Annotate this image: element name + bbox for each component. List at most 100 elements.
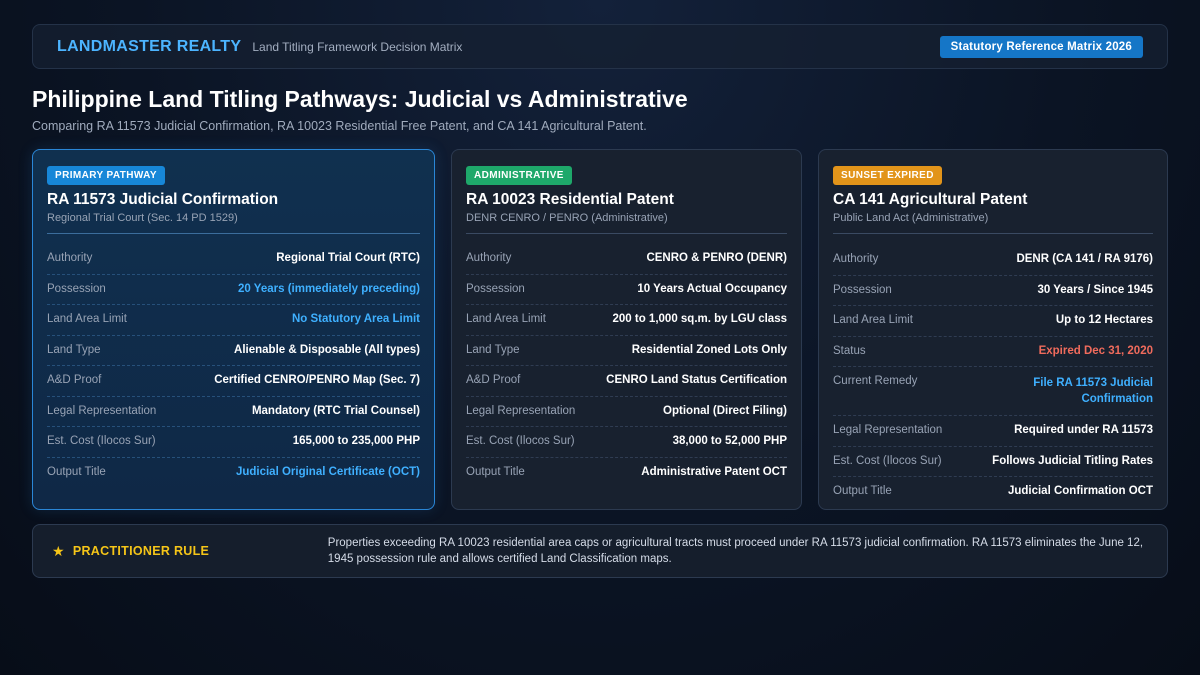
row-possession: Possession 20 Years (immediately precedin…: [47, 275, 420, 305]
row-value-link[interactable]: File RA 11573 Judicial Confirmation: [1003, 375, 1153, 407]
row-value: Required under RA 11573: [1014, 424, 1153, 436]
row-authority: Authority DENR (CA 141 / RA 9176): [833, 245, 1153, 276]
row-output-title: Output Title Judicial Confirmation OCT: [833, 477, 1153, 508]
row-value: 38,000 to 52,000 PHP: [672, 435, 787, 447]
row-label: Possession: [466, 282, 525, 295]
card-title: RA 10023 Residential Patent: [466, 191, 674, 208]
row-value: 165,000 to 235,000 PHP: [292, 435, 420, 447]
card-rows: Authority Regional Trial Court (RTC) Poss…: [47, 244, 420, 488]
row-est-cost: Est. Cost (Ilocos Sur) 38,000 to 52,000 P…: [466, 427, 787, 458]
row-value: CENRO Land Status Certification: [606, 374, 787, 386]
card-ra-11573[interactable]: PRIMARY PATHWAY RA 11573 Judicial Confir…: [32, 149, 435, 510]
row-value: 20 Years (immediately preceding): [238, 282, 420, 295]
card-ca-141[interactable]: SUNSET EXPIRED CA 141 Agricultural Paten…: [818, 149, 1168, 510]
row-value: Judicial Confirmation OCT: [1007, 485, 1153, 497]
row-land-area-limit: Land Area Limit Up to 12 Hectares: [833, 306, 1153, 337]
row-authority: Authority CENRO & PENRO (DENR): [466, 244, 787, 275]
row-est-cost: Est. Cost (Ilocos Sur) 165,000 to 235,000…: [47, 427, 420, 458]
row-label: A&D Proof: [47, 374, 102, 386]
row-value: 10 Years Actual Occupancy: [637, 282, 787, 295]
row-label: Est. Cost (Ilocos Sur): [47, 435, 156, 447]
row-label: Land Area Limit: [47, 313, 127, 325]
row-output-title: Output Title Judicial Original Certificat…: [47, 458, 420, 489]
row-land-type: Land Type Residential Zoned Lots Only: [466, 336, 787, 366]
row-label: Land Type: [466, 343, 520, 356]
row-label: Land Type: [47, 343, 101, 356]
row-label: Land Area Limit: [833, 314, 913, 326]
row-value: Administrative Patent OCT: [641, 465, 787, 478]
row-label: Legal Representation: [833, 424, 943, 436]
row-value: No Statutory Area Limit: [291, 313, 420, 325]
brand-logo[interactable]: LANDMASTER REALTY: [57, 38, 241, 56]
header-subtitle: Land Titling Framework Decision Matrix: [252, 39, 463, 54]
row-value: Mandatory (RTC Trial Counsel): [251, 404, 420, 417]
card-subtitle: DENR CENRO / PENRO (Administrative): [466, 212, 668, 224]
row-value: Follows Judicial Titling Rates: [992, 454, 1153, 467]
row-authority: Authority Regional Trial Court (RTC): [47, 244, 420, 275]
row-land-area-limit: Land Area Limit 200 to 1,000 sq.m. by LGU…: [466, 305, 787, 336]
row-est-cost: Est. Cost (Ilocos Sur) Follows Judicial T…: [833, 447, 1153, 477]
card-title: RA 11573 Judicial Confirmation: [47, 191, 279, 208]
row-value: Alienable & Disposable (All types): [234, 343, 420, 356]
row-label: Possession: [833, 283, 892, 296]
card-divider: [466, 233, 787, 234]
row-legal-representation: Legal Representation Mandatory (RTC Trial…: [47, 397, 420, 427]
reference-badge[interactable]: Statutory Reference Matrix 2026: [939, 35, 1143, 58]
row-label: Land Area Limit: [466, 313, 546, 325]
card-tag: ADMINISTRATIVE: [466, 166, 572, 185]
row-label: A&D Proof: [466, 374, 521, 386]
star-icon: ★: [52, 542, 65, 559]
row-label: Authority: [466, 252, 512, 264]
row-value: DENR (CA 141 / RA 9176): [1016, 253, 1153, 265]
card-subtitle: Public Land Act (Administrative): [833, 212, 989, 224]
card-divider: [47, 233, 420, 234]
rule-label: PRACTITIONER RULE: [72, 544, 210, 558]
card-title: CA 141 Agricultural Patent: [833, 191, 1028, 208]
row-label: Possession: [47, 282, 106, 295]
card-rows: Authority CENRO & PENRO (DENR) Possession…: [466, 244, 787, 488]
row-value: Regional Trial Court (RTC): [276, 252, 420, 264]
page-subtitle: Comparing RA 11573 Judicial Confirmation…: [32, 119, 647, 133]
page: LANDMASTER REALTY Land Titling Framework…: [0, 0, 1200, 675]
card-ra-10023[interactable]: ADMINISTRATIVE RA 10023 Residential Pate…: [451, 149, 802, 510]
row-value: Residential Zoned Lots Only: [631, 343, 787, 356]
row-label: Est. Cost (Ilocos Sur): [833, 454, 942, 467]
rule-text: Properties exceeding RA 10023 residentia…: [327, 537, 1144, 565]
row-value: 30 Years / Since 1945: [1037, 283, 1153, 296]
practitioner-rule-box: ★ PRACTITIONER RULE Properties exceeding…: [32, 524, 1168, 578]
row-value: Certified CENRO/PENRO Map (Sec. 7): [214, 374, 420, 386]
page-title: Philippine Land Titling Pathways: Judici…: [32, 86, 688, 112]
row-label: Output Title: [466, 465, 525, 478]
row-value: Expired Dec 31, 2020: [1038, 344, 1153, 357]
card-rows: Authority DENR (CA 141 / RA 9176) Possess…: [833, 245, 1153, 508]
row-legal-representation: Legal Representation Optional (Direct Fil…: [466, 397, 787, 427]
row-label: Legal Representation: [466, 404, 576, 417]
row-label: Output Title: [833, 485, 892, 497]
row-possession: Possession 30 Years / Since 1945: [833, 276, 1153, 306]
card-tag: PRIMARY PATHWAY: [47, 166, 165, 185]
row-ad-proof: A&D Proof CENRO Land Status Certification: [466, 366, 787, 397]
card-subtitle: Regional Trial Court (Sec. 14 PD 1529): [47, 212, 238, 224]
row-label: Est. Cost (Ilocos Sur): [466, 435, 575, 447]
row-land-type: Land Type Alienable & Disposable (All typ…: [47, 336, 420, 366]
row-value: Judicial Original Certificate (OCT): [235, 465, 420, 478]
card-tag: SUNSET EXPIRED: [833, 166, 942, 185]
row-possession: Possession 10 Years Actual Occupancy: [466, 275, 787, 305]
row-status: Status Expired Dec 31, 2020: [833, 337, 1153, 367]
row-land-area-limit: Land Area Limit No Statutory Area Limit: [47, 305, 420, 336]
row-value: 200 to 1,000 sq.m. by LGU class: [612, 313, 788, 325]
row-output-title: Output Title Administrative Patent OCT: [466, 458, 787, 489]
row-value: CENRO & PENRO (DENR): [646, 252, 787, 264]
row-legal-representation: Legal Representation Required under RA 11…: [833, 416, 1153, 447]
row-label: Status: [833, 344, 866, 357]
header-bar: LANDMASTER REALTY Land Titling Framework…: [32, 24, 1168, 69]
row-ad-proof: A&D Proof Certified CENRO/PENRO Map (Sec.…: [47, 366, 420, 397]
row-current-remedy: Current Remedy File RA 11573 Judicial Con…: [833, 367, 1153, 416]
row-label: Authority: [47, 252, 93, 264]
row-value: Optional (Direct Filing): [663, 404, 787, 417]
row-value: Up to 12 Hectares: [1055, 314, 1153, 326]
row-label: Output Title: [47, 465, 106, 478]
row-label: Legal Representation: [47, 404, 157, 417]
row-label: Authority: [833, 253, 879, 265]
row-label: Current Remedy: [833, 375, 918, 387]
